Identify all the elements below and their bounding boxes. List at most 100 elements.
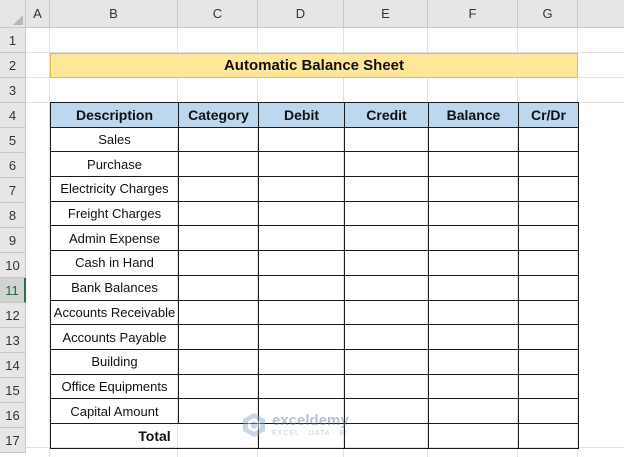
debit-cell[interactable] xyxy=(258,348,345,375)
header-description[interactable]: Description xyxy=(50,102,179,128)
description-cell[interactable]: Building xyxy=(50,348,179,375)
crdr-cell[interactable] xyxy=(518,373,579,400)
crdr-total-cell[interactable] xyxy=(518,422,579,449)
crdr-cell[interactable] xyxy=(518,225,579,252)
credit-cell[interactable] xyxy=(344,373,429,400)
row-header-4[interactable]: 4 xyxy=(0,103,26,128)
header-credit[interactable]: Credit xyxy=(344,102,429,128)
debit-cell[interactable] xyxy=(258,299,345,326)
category-cell[interactable] xyxy=(178,299,259,326)
balance-cell[interactable] xyxy=(428,274,519,301)
header-debit[interactable]: Debit xyxy=(258,102,345,128)
credit-cell[interactable] xyxy=(344,126,429,153)
category-cell[interactable] xyxy=(178,126,259,153)
crdr-cell[interactable] xyxy=(518,398,579,424)
row-header-17[interactable]: 17 xyxy=(0,428,26,453)
credit-cell[interactable] xyxy=(344,200,429,227)
crdr-cell[interactable] xyxy=(518,126,579,153)
crdr-cell[interactable] xyxy=(518,324,579,350)
credit-cell[interactable] xyxy=(344,274,429,301)
balance-cell[interactable] xyxy=(428,373,519,400)
description-cell[interactable]: Bank Balances xyxy=(50,274,179,301)
column-header-e[interactable]: E xyxy=(344,0,428,28)
debit-cell[interactable] xyxy=(258,200,345,227)
column-header-a[interactable]: A xyxy=(26,0,50,28)
row-header-15[interactable]: 15 xyxy=(0,378,26,403)
crdr-cell[interactable] xyxy=(518,299,579,326)
balance-cell[interactable] xyxy=(428,324,519,350)
description-cell[interactable]: Office Equipments xyxy=(50,373,179,400)
category-cell[interactable] xyxy=(178,151,259,178)
credit-cell[interactable] xyxy=(344,250,429,276)
category-cell[interactable] xyxy=(178,200,259,227)
description-cell[interactable]: Accounts Payable xyxy=(50,324,179,350)
crdr-cell[interactable] xyxy=(518,200,579,227)
row-header-16[interactable]: 16 xyxy=(0,403,26,428)
column-header-c[interactable]: C xyxy=(178,0,258,28)
balance-cell[interactable] xyxy=(428,126,519,153)
credit-cell[interactable] xyxy=(344,324,429,350)
category-cell[interactable] xyxy=(178,225,259,252)
category-cell[interactable] xyxy=(178,348,259,375)
debit-cell[interactable] xyxy=(258,225,345,252)
crdr-cell[interactable] xyxy=(518,274,579,301)
header-category[interactable]: Category xyxy=(178,102,259,128)
category-cell[interactable] xyxy=(178,274,259,301)
balance-cell[interactable] xyxy=(428,299,519,326)
column-header-g[interactable]: G xyxy=(518,0,578,28)
select-all-corner[interactable] xyxy=(0,0,26,28)
credit-cell[interactable] xyxy=(344,299,429,326)
debit-cell[interactable] xyxy=(258,324,345,350)
description-cell[interactable]: Cash in Hand xyxy=(50,250,179,276)
debit-cell[interactable] xyxy=(258,126,345,153)
crdr-cell[interactable] xyxy=(518,250,579,276)
header-crdr[interactable]: Cr/Dr xyxy=(518,102,579,128)
balance-cell[interactable] xyxy=(428,250,519,276)
description-cell[interactable]: Sales xyxy=(50,126,179,153)
row-header-8[interactable]: 8 xyxy=(0,203,26,228)
debit-cell[interactable] xyxy=(258,274,345,301)
category-cell[interactable] xyxy=(178,373,259,400)
description-cell[interactable]: Capital Amount xyxy=(50,398,179,424)
column-header-d[interactable]: D xyxy=(258,0,344,28)
debit-cell[interactable] xyxy=(258,250,345,276)
row-header-7[interactable]: 7 xyxy=(0,178,26,203)
row-header-1[interactable]: 1 xyxy=(0,28,26,53)
row-header-3[interactable]: 3 xyxy=(0,78,26,103)
header-balance[interactable]: Balance xyxy=(428,102,519,128)
row-header-13[interactable]: 13 xyxy=(0,328,26,353)
balance-cell[interactable] xyxy=(428,225,519,252)
description-cell[interactable]: Freight Charges xyxy=(50,200,179,227)
category-cell[interactable] xyxy=(178,176,259,202)
credit-cell[interactable] xyxy=(344,225,429,252)
row-header-6[interactable]: 6 xyxy=(0,153,26,178)
balance-cell[interactable] xyxy=(428,151,519,178)
row-header-9[interactable]: 9 xyxy=(0,228,26,253)
credit-cell[interactable] xyxy=(344,176,429,202)
column-header-f[interactable]: F xyxy=(428,0,518,28)
row-header-14[interactable]: 14 xyxy=(0,353,26,378)
balance-cell[interactable] xyxy=(428,398,519,424)
description-cell[interactable]: Purchase xyxy=(50,151,179,178)
balance-total-cell[interactable] xyxy=(428,422,519,449)
debit-cell[interactable] xyxy=(258,151,345,178)
balance-cell[interactable] xyxy=(428,200,519,227)
crdr-cell[interactable] xyxy=(518,348,579,375)
row-header-12[interactable]: 12 xyxy=(0,303,26,328)
debit-cell[interactable] xyxy=(258,176,345,202)
balance-cell[interactable] xyxy=(428,348,519,375)
category-cell[interactable] xyxy=(178,324,259,350)
column-header-h-partial[interactable] xyxy=(578,0,624,28)
row-header-2[interactable]: 2 xyxy=(0,53,26,78)
sheet-title[interactable]: Automatic Balance Sheet xyxy=(50,53,578,78)
total-label-cell[interactable]: Total xyxy=(50,422,259,449)
debit-cell[interactable] xyxy=(258,373,345,400)
category-cell[interactable] xyxy=(178,250,259,276)
description-cell[interactable]: Accounts Receivable xyxy=(50,299,179,326)
credit-cell[interactable] xyxy=(344,348,429,375)
credit-cell[interactable] xyxy=(344,151,429,178)
row-header-5[interactable]: 5 xyxy=(0,128,26,153)
balance-cell[interactable] xyxy=(428,176,519,202)
crdr-cell[interactable] xyxy=(518,151,579,178)
column-header-b[interactable]: B xyxy=(50,0,178,28)
